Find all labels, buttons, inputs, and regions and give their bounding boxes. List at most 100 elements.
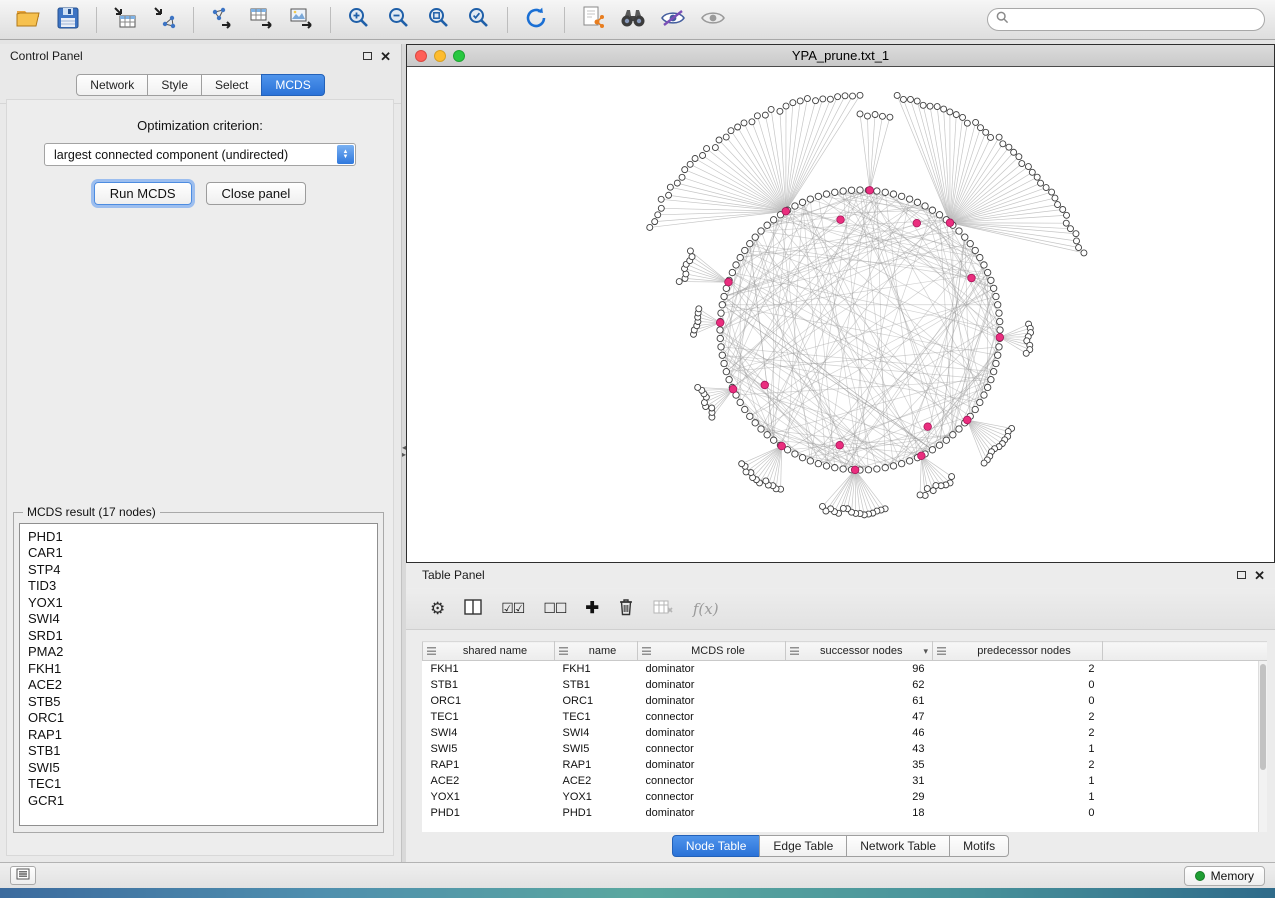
table-tab-node-table[interactable]: Node Table xyxy=(672,835,761,857)
network-graph[interactable] xyxy=(407,67,1274,562)
column-header-shared-name[interactable]: shared name xyxy=(423,642,555,661)
cell-predecessor-nodes[interactable]: 0 xyxy=(933,805,1103,821)
import-table-button[interactable] xyxy=(107,4,143,36)
mcds-result-list[interactable]: PHD1CAR1STP4TID3YOX1SWI4SRD1PMA2FKH1ACE2… xyxy=(19,523,378,826)
cell-shared-name[interactable]: RAP1 xyxy=(423,757,555,773)
cell-predecessor-nodes[interactable]: 0 xyxy=(933,693,1103,709)
column-header-mcds-role[interactable]: MCDS role xyxy=(638,642,786,661)
mcds-result-item[interactable]: STB5 xyxy=(20,693,377,710)
export-image-button[interactable] xyxy=(284,4,320,36)
table-row[interactable]: TEC1TEC1connector472 xyxy=(423,709,1268,725)
table-row[interactable]: YOX1YOX1connector291 xyxy=(423,789,1268,805)
cell-successor-nodes[interactable]: 35 xyxy=(786,757,933,773)
export-network-button[interactable] xyxy=(204,4,240,36)
cell-successor-nodes[interactable]: 61 xyxy=(786,693,933,709)
cell-mcds-role[interactable]: connector xyxy=(638,709,786,725)
cell-name[interactable]: ACE2 xyxy=(555,773,638,789)
zoom-out-button[interactable] xyxy=(381,4,417,36)
cell-predecessor-nodes[interactable]: 0 xyxy=(933,677,1103,693)
table-row[interactable]: ACE2ACE2connector311 xyxy=(423,773,1268,789)
mcds-result-item[interactable]: PMA2 xyxy=(20,644,377,661)
mcds-result-item[interactable]: SWI4 xyxy=(20,611,377,628)
tab-select[interactable]: Select xyxy=(201,74,262,96)
show-columns-button[interactable] xyxy=(464,599,482,618)
show-all-button[interactable] xyxy=(695,4,731,36)
cell-predecessor-nodes[interactable]: 2 xyxy=(933,757,1103,773)
cell-shared-name[interactable]: SWI5 xyxy=(423,741,555,757)
table-tab-edge-table[interactable]: Edge Table xyxy=(759,835,847,857)
close-table-panel-icon[interactable]: ✕ xyxy=(1254,569,1265,582)
save-session-button[interactable] xyxy=(50,4,86,36)
table-row[interactable]: ORC1ORC1dominator610 xyxy=(423,693,1268,709)
float-panel-icon[interactable] xyxy=(363,52,372,60)
import-network-button[interactable] xyxy=(147,4,183,36)
export-table-button[interactable] xyxy=(244,4,280,36)
cell-shared-name[interactable]: STB1 xyxy=(423,677,555,693)
cell-mcds-role[interactable]: connector xyxy=(638,789,786,805)
cell-shared-name[interactable]: ACE2 xyxy=(423,773,555,789)
cell-successor-nodes[interactable]: 31 xyxy=(786,773,933,789)
delete-column-button[interactable] xyxy=(618,598,634,619)
cell-mcds-role[interactable]: dominator xyxy=(638,725,786,741)
tab-network[interactable]: Network xyxy=(76,74,148,96)
cell-name[interactable]: SWI5 xyxy=(555,741,638,757)
table-scrollbar[interactable] xyxy=(1258,661,1267,832)
table-row[interactable]: STB1STB1dominator620 xyxy=(423,677,1268,693)
table-tab-motifs[interactable]: Motifs xyxy=(949,835,1009,857)
cell-name[interactable]: RAP1 xyxy=(555,757,638,773)
cell-name[interactable]: FKH1 xyxy=(555,661,638,677)
table-row[interactable]: RAP1RAP1dominator352 xyxy=(423,757,1268,773)
cell-mcds-role[interactable]: connector xyxy=(638,741,786,757)
cell-predecessor-nodes[interactable]: 1 xyxy=(933,789,1103,805)
cell-name[interactable]: STB1 xyxy=(555,677,638,693)
table-row[interactable]: SWI5SWI5connector431 xyxy=(423,741,1268,757)
table-settings-button[interactable]: ⚙ xyxy=(430,600,445,617)
tab-mcds[interactable]: MCDS xyxy=(261,74,324,96)
cell-mcds-role[interactable]: dominator xyxy=(638,757,786,773)
zoom-in-button[interactable] xyxy=(341,4,377,36)
cell-shared-name[interactable]: YOX1 xyxy=(423,789,555,805)
hide-selected-button[interactable] xyxy=(655,4,691,36)
cell-mcds-role[interactable]: dominator xyxy=(638,693,786,709)
mcds-result-item[interactable]: FKH1 xyxy=(20,660,377,677)
cell-successor-nodes[interactable]: 18 xyxy=(786,805,933,821)
zoom-fit-button[interactable] xyxy=(421,4,457,36)
cell-predecessor-nodes[interactable]: 2 xyxy=(933,725,1103,741)
cell-name[interactable]: SWI4 xyxy=(555,725,638,741)
mcds-result-item[interactable]: TID3 xyxy=(20,578,377,595)
close-control-panel-icon[interactable]: ✕ xyxy=(380,50,391,63)
column-header-name[interactable]: name xyxy=(555,642,638,661)
cell-predecessor-nodes[interactable]: 2 xyxy=(933,661,1103,677)
cell-successor-nodes[interactable]: 96 xyxy=(786,661,933,677)
mcds-result-item[interactable]: STB1 xyxy=(20,743,377,760)
mcds-result-item[interactable]: YOX1 xyxy=(20,594,377,611)
cell-name[interactable]: YOX1 xyxy=(555,789,638,805)
cell-mcds-role[interactable]: dominator xyxy=(638,677,786,693)
float-table-panel-icon[interactable] xyxy=(1237,571,1246,579)
open-session-button[interactable] xyxy=(10,4,46,36)
column-header-predecessor-nodes[interactable]: predecessor nodes xyxy=(933,642,1103,661)
mcds-result-item[interactable]: GCR1 xyxy=(20,792,377,809)
table-row[interactable]: SWI4SWI4dominator462 xyxy=(423,725,1268,741)
mcds-result-item[interactable]: STP4 xyxy=(20,561,377,578)
cell-shared-name[interactable]: TEC1 xyxy=(423,709,555,725)
deselect-all-rows-button[interactable]: ☐☐ xyxy=(543,600,566,617)
table-row[interactable]: PHD1PHD1dominator180 xyxy=(423,805,1268,821)
scrollbar-thumb[interactable] xyxy=(1260,664,1266,770)
cell-successor-nodes[interactable]: 43 xyxy=(786,741,933,757)
window-maximize-button[interactable] xyxy=(453,50,465,62)
memory-button[interactable]: Memory xyxy=(1184,866,1265,886)
mcds-result-item[interactable]: RAP1 xyxy=(20,726,377,743)
cell-successor-nodes[interactable]: 46 xyxy=(786,725,933,741)
cell-mcds-role[interactable]: connector xyxy=(638,773,786,789)
mcds-result-item[interactable]: CAR1 xyxy=(20,545,377,562)
column-header-successor-nodes[interactable]: successor nodes▾ xyxy=(786,642,933,661)
criterion-select[interactable]: largest connected component (undirected)… xyxy=(44,143,356,166)
cell-successor-nodes[interactable]: 62 xyxy=(786,677,933,693)
cell-shared-name[interactable]: PHD1 xyxy=(423,805,555,821)
mcds-result-item[interactable]: ORC1 xyxy=(20,710,377,727)
create-column-button[interactable]: ✚ xyxy=(585,601,598,617)
cell-predecessor-nodes[interactable]: 1 xyxy=(933,741,1103,757)
cell-shared-name[interactable]: SWI4 xyxy=(423,725,555,741)
cell-mcds-role[interactable]: dominator xyxy=(638,661,786,677)
